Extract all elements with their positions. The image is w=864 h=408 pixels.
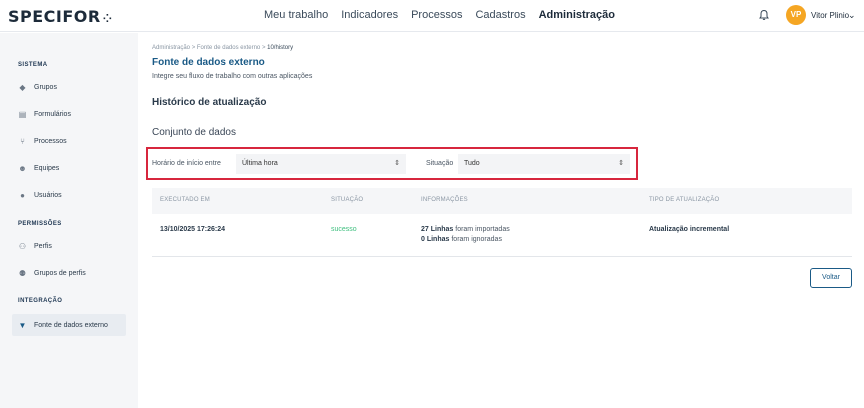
imported-info: 27 Linhas foram importadas [421, 226, 510, 233]
breadcrumb-separator: > [261, 45, 266, 51]
nav-item-meu-trabalho[interactable]: Meu trabalho [264, 9, 328, 21]
breadcrumb-item-administracao[interactable]: Administração [152, 45, 190, 51]
flow-icon: ⑂ [20, 136, 25, 146]
filter-bar: Horário de início entre Última hora ⇕ Si… [146, 147, 638, 180]
sidebar-item-label: Grupos [34, 83, 57, 91]
sidebar-item-usuarios[interactable]: ● Usuários [12, 184, 126, 206]
history-title: Histórico de atualização [152, 97, 267, 108]
nav-item-administracao[interactable]: Administração [539, 9, 615, 21]
profile-group-icon: ⚉ [18, 268, 27, 278]
top-bar: SPECIFOR ⁘ Meu trabalho Indicadores Proce… [0, 0, 864, 32]
ignored-info: 0 Linhas foram ignoradas [421, 236, 502, 243]
imported-text: foram importadas [455, 226, 510, 233]
breadcrumb-current: 10/history [267, 45, 294, 51]
sidebar-item-label: Usuários [34, 191, 62, 199]
status-cell: sucesso [331, 226, 357, 233]
sidebar-item-label: Formulários [34, 110, 71, 118]
sidebar-item-processos[interactable]: ⑂ Processos [12, 130, 126, 152]
breadcrumb: Administração > Fonte de dados externo >… [152, 45, 293, 51]
bell-icon[interactable] [758, 9, 770, 21]
sidebar-item-equipes[interactable]: ☻ Equipes [12, 157, 126, 179]
ignored-count: 0 Linhas [421, 236, 450, 243]
team-icon: ☻ [18, 163, 27, 173]
nav-item-processos[interactable]: Processos [411, 9, 462, 21]
chevron-down-icon[interactable]: ⌄ [848, 10, 856, 21]
sidebar-item-formularios[interactable]: ▤ Formulários [12, 103, 126, 125]
sidebar-section-sistema: SISTEMA [18, 62, 48, 68]
sidebar-section-integracao: INTEGRAÇÃO [18, 298, 63, 304]
logo-text: SPECIFOR [8, 7, 101, 26]
table-header: EXECUTADO EM SITUAÇÃO INFORMAÇÕES TIPO D… [152, 188, 852, 214]
column-update-type[interactable]: TIPO DE ATUALIZAÇÃO [649, 197, 719, 203]
main-nav: Meu trabalho Indicadores Processos Cadas… [264, 9, 615, 21]
page-title: Fonte de dados externo [152, 57, 265, 68]
user-name[interactable]: Vitor Plinio [811, 11, 849, 20]
logo-mark: ⁘ [102, 12, 112, 25]
sidebar-item-fonte-de-dados-externo[interactable]: ▼ Fonte de dados externo [12, 314, 126, 336]
select-arrows-icon: ⇕ [618, 160, 624, 167]
column-status[interactable]: SITUAÇÃO [331, 197, 363, 203]
sidebar-section-permissoes: PERMISSÕES [18, 221, 62, 227]
logo[interactable]: SPECIFOR ⁘ [8, 7, 112, 26]
sidebar-item-label: Equipes [34, 164, 60, 172]
sidebar-item-label: Grupos de perfis [34, 269, 86, 277]
start-time-value: Última hora [242, 160, 278, 167]
column-info[interactable]: INFORMAÇÕES [421, 197, 468, 203]
breadcrumb-separator: > [191, 45, 196, 51]
sidebar-item-grupos[interactable]: ◆ Grupos [12, 76, 126, 98]
sidebar-item-perfis[interactable]: ⚇ Perfis [12, 235, 126, 257]
avatar[interactable]: VP [786, 5, 806, 25]
page-subtitle: Integre seu fluxo de trabalho com outras… [152, 73, 313, 80]
funnel-icon: ▼ [18, 320, 27, 330]
sidebar-item-label: Fonte de dados externo [34, 321, 108, 329]
imported-count: 27 Linhas [421, 226, 454, 233]
breadcrumb-item-fonte[interactable]: Fonte de dados externo [197, 45, 260, 51]
back-button[interactable]: Voltar [810, 268, 852, 288]
sidebar: SISTEMA ◆ Grupos ▤ Formulários ⑂ Process… [0, 33, 138, 408]
select-arrows-icon: ⇕ [394, 160, 400, 167]
start-time-select[interactable]: Última hora ⇕ [236, 154, 406, 174]
tag-icon: ◆ [19, 82, 26, 92]
status-value: Tudo [464, 160, 480, 167]
document-icon: ▤ [18, 109, 27, 119]
start-time-label: Horário de início entre [152, 160, 221, 167]
executed-at-cell: 13/10/2025 17:26:24 [160, 226, 225, 233]
status-select[interactable]: Tudo ⇕ [458, 154, 630, 174]
sidebar-item-label: Perfis [34, 242, 52, 250]
status-label: Situação [426, 160, 454, 167]
user-icon: ● [20, 190, 25, 200]
column-executed-at[interactable]: EXECUTADO EM [160, 197, 210, 203]
dataset-title: Conjunto de dados [152, 127, 236, 138]
sidebar-item-grupos-de-perfis[interactable]: ⚉ Grupos de perfis [12, 262, 126, 284]
table-row[interactable]: 13/10/2025 17:26:24 sucesso 27 Linhas fo… [152, 214, 852, 257]
nav-item-cadastros[interactable]: Cadastros [475, 9, 525, 21]
sidebar-item-label: Processos [34, 137, 67, 145]
update-type-cell: Atualização incremental [649, 226, 730, 233]
nav-item-indicadores[interactable]: Indicadores [341, 9, 398, 21]
profile-icon: ⚇ [18, 241, 27, 251]
ignored-text: foram ignoradas [451, 236, 502, 243]
